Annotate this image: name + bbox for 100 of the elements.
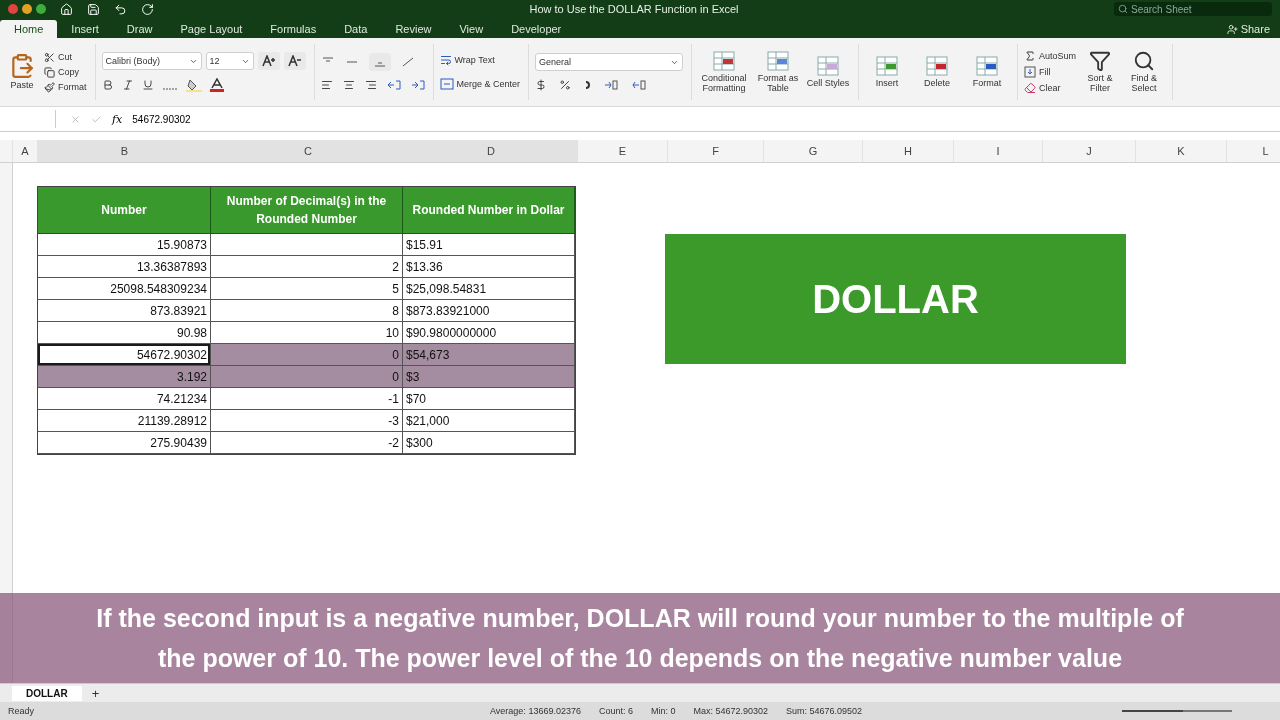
cells-button[interactable]: Delete <box>915 55 960 89</box>
column-header[interactable]: J <box>1043 140 1136 162</box>
outdent-icon[interactable] <box>386 79 401 91</box>
column-header[interactable]: L <box>1227 140 1280 162</box>
ribbon-tab[interactable]: Page Layout <box>166 20 257 38</box>
ribbon-tab[interactable]: Developer <box>497 20 576 38</box>
table-cell: $21,000 <box>403 410 575 432</box>
eraser-icon <box>1024 82 1037 94</box>
close-button[interactable] <box>8 4 18 14</box>
ribbon-tab[interactable]: Data <box>330 20 382 38</box>
status-stat: Sum: 54676.09502 <box>786 706 863 716</box>
paste-button[interactable]: Paste <box>4 53 40 91</box>
ribbon-tab[interactable]: Review <box>381 20 446 38</box>
caption-text: If the second input is a negative number, DOLLAR will round your number to the multiple of the power of 10. The power level of the 10 depends on the negative number value <box>95 603 1185 674</box>
share-button[interactable]: Share <box>1226 23 1270 35</box>
font-color-icon[interactable] <box>209 78 224 92</box>
wrap-text-button[interactable]: Wrap Text <box>439 54 521 66</box>
column-header[interactable]: E <box>578 140 668 162</box>
search-icon <box>1118 4 1128 14</box>
grow-font-icon[interactable] <box>257 52 280 70</box>
bold-icon[interactable] <box>101 79 114 91</box>
italic-icon[interactable] <box>121 79 134 91</box>
underline-icon[interactable] <box>141 79 154 91</box>
ribbon-tab[interactable]: Formulas <box>256 20 331 38</box>
sigma-icon <box>1024 50 1037 62</box>
sort-filter-button[interactable]: Sort & Filter <box>1080 50 1121 94</box>
format-painter-button[interactable]: Format <box>44 81 87 93</box>
table-cell: $15.91 <box>403 234 575 256</box>
header-cell: Rounded Number in Dollar <box>403 187 575 234</box>
table-cell: 873.83921 <box>38 300 211 322</box>
paintbrush-icon <box>44 81 55 93</box>
ribbon-tab[interactable]: Insert <box>57 20 113 38</box>
number-format-select[interactable]: General <box>535 53 684 71</box>
search-icon <box>1133 50 1156 73</box>
decrease-decimal-icon[interactable] <box>631 79 648 91</box>
fill-button[interactable]: Fill <box>1024 66 1077 78</box>
table-cell: 8 <box>211 300 403 322</box>
column-header[interactable]: D <box>405 140 578 162</box>
table-cell: 25098.548309234 <box>38 278 211 300</box>
column-header[interactable]: K <box>1136 140 1227 162</box>
cells-button[interactable]: Format <box>965 55 1010 89</box>
percent-icon[interactable] <box>559 79 572 91</box>
shrink-font-icon[interactable] <box>283 52 306 70</box>
table-cell: $3 <box>403 366 575 388</box>
formula-field[interactable]: 54672.90302 <box>132 113 191 125</box>
copy-icon <box>44 66 55 78</box>
cut-button[interactable]: Cut <box>44 51 87 63</box>
function-label[interactable]: fx <box>112 112 123 126</box>
column-header[interactable]: H <box>863 140 954 162</box>
table-cell: 54672.90302 <box>38 344 211 366</box>
table-cell: 90.98 <box>38 322 211 344</box>
table-cell: $54,673 <box>403 344 575 366</box>
clear-button[interactable]: Clear <box>1024 82 1077 94</box>
align-right-icon[interactable] <box>364 79 377 91</box>
align-left-icon[interactable] <box>320 79 333 91</box>
table-cell: 0 <box>211 344 403 366</box>
title-banner: DOLLAR <box>665 234 1126 364</box>
copy-button[interactable]: Copy <box>44 66 87 78</box>
column-header[interactable]: I <box>954 140 1043 162</box>
orientation-icon[interactable] <box>400 56 415 68</box>
fill-color-icon[interactable] <box>185 78 202 92</box>
add-sheet-button[interactable]: + <box>91 685 100 701</box>
table-cell: $300 <box>403 432 575 454</box>
home-icon[interactable] <box>60 2 73 16</box>
ribbon-tab[interactable]: Home <box>0 20 58 38</box>
zoom-button[interactable] <box>36 4 46 14</box>
table-cell: -1 <box>211 388 403 410</box>
autosum-button[interactable]: AutoSum <box>1024 50 1077 62</box>
sheet-tab[interactable]: DOLLAR <box>12 685 82 701</box>
redo-icon[interactable] <box>141 2 154 16</box>
undo-icon[interactable] <box>114 2 127 16</box>
minimize-button[interactable] <box>22 4 32 14</box>
align-center-icon[interactable] <box>342 79 355 91</box>
column-header[interactable]: G <box>764 140 863 162</box>
table-cell: $13.36 <box>403 256 575 278</box>
merge-center-button[interactable]: Merge & Center <box>439 78 521 90</box>
styles-button[interactable]: Cell Styles <box>806 55 851 89</box>
table-cell: 5 <box>211 278 403 300</box>
table-icon <box>875 55 900 78</box>
ribbon-tab[interactable]: View <box>445 20 498 38</box>
increase-decimal-icon[interactable] <box>603 79 620 91</box>
table-cell: $70 <box>403 388 575 410</box>
save-icon[interactable] <box>87 2 100 16</box>
table-cell: 74.21234 <box>38 388 211 410</box>
table-cell: 3.192 <box>38 366 211 388</box>
column-header[interactable]: B <box>38 140 212 162</box>
cells-button[interactable]: Insert <box>865 55 910 89</box>
indent-icon[interactable] <box>410 79 425 91</box>
column-header[interactable]: F <box>668 140 764 162</box>
column-header[interactable]: C <box>212 140 405 162</box>
header-cell: Number of Decimal(s) in the Rounded Number <box>211 187 403 234</box>
styles-button[interactable]: Conditional Formatting <box>698 50 751 94</box>
font-select[interactable]: Calibri (Body) <box>101 52 202 70</box>
currency-icon[interactable] <box>535 79 548 91</box>
ribbon-tab[interactable]: Draw <box>112 20 167 38</box>
status-stat: Min: 0 <box>650 706 676 716</box>
find-select-button[interactable]: Find & Select <box>1124 50 1165 94</box>
font-size-select[interactable]: 12 <box>205 52 254 70</box>
search-field[interactable]: Search Sheet <box>1114 2 1272 16</box>
styles-button[interactable]: Format as Table <box>756 50 801 94</box>
